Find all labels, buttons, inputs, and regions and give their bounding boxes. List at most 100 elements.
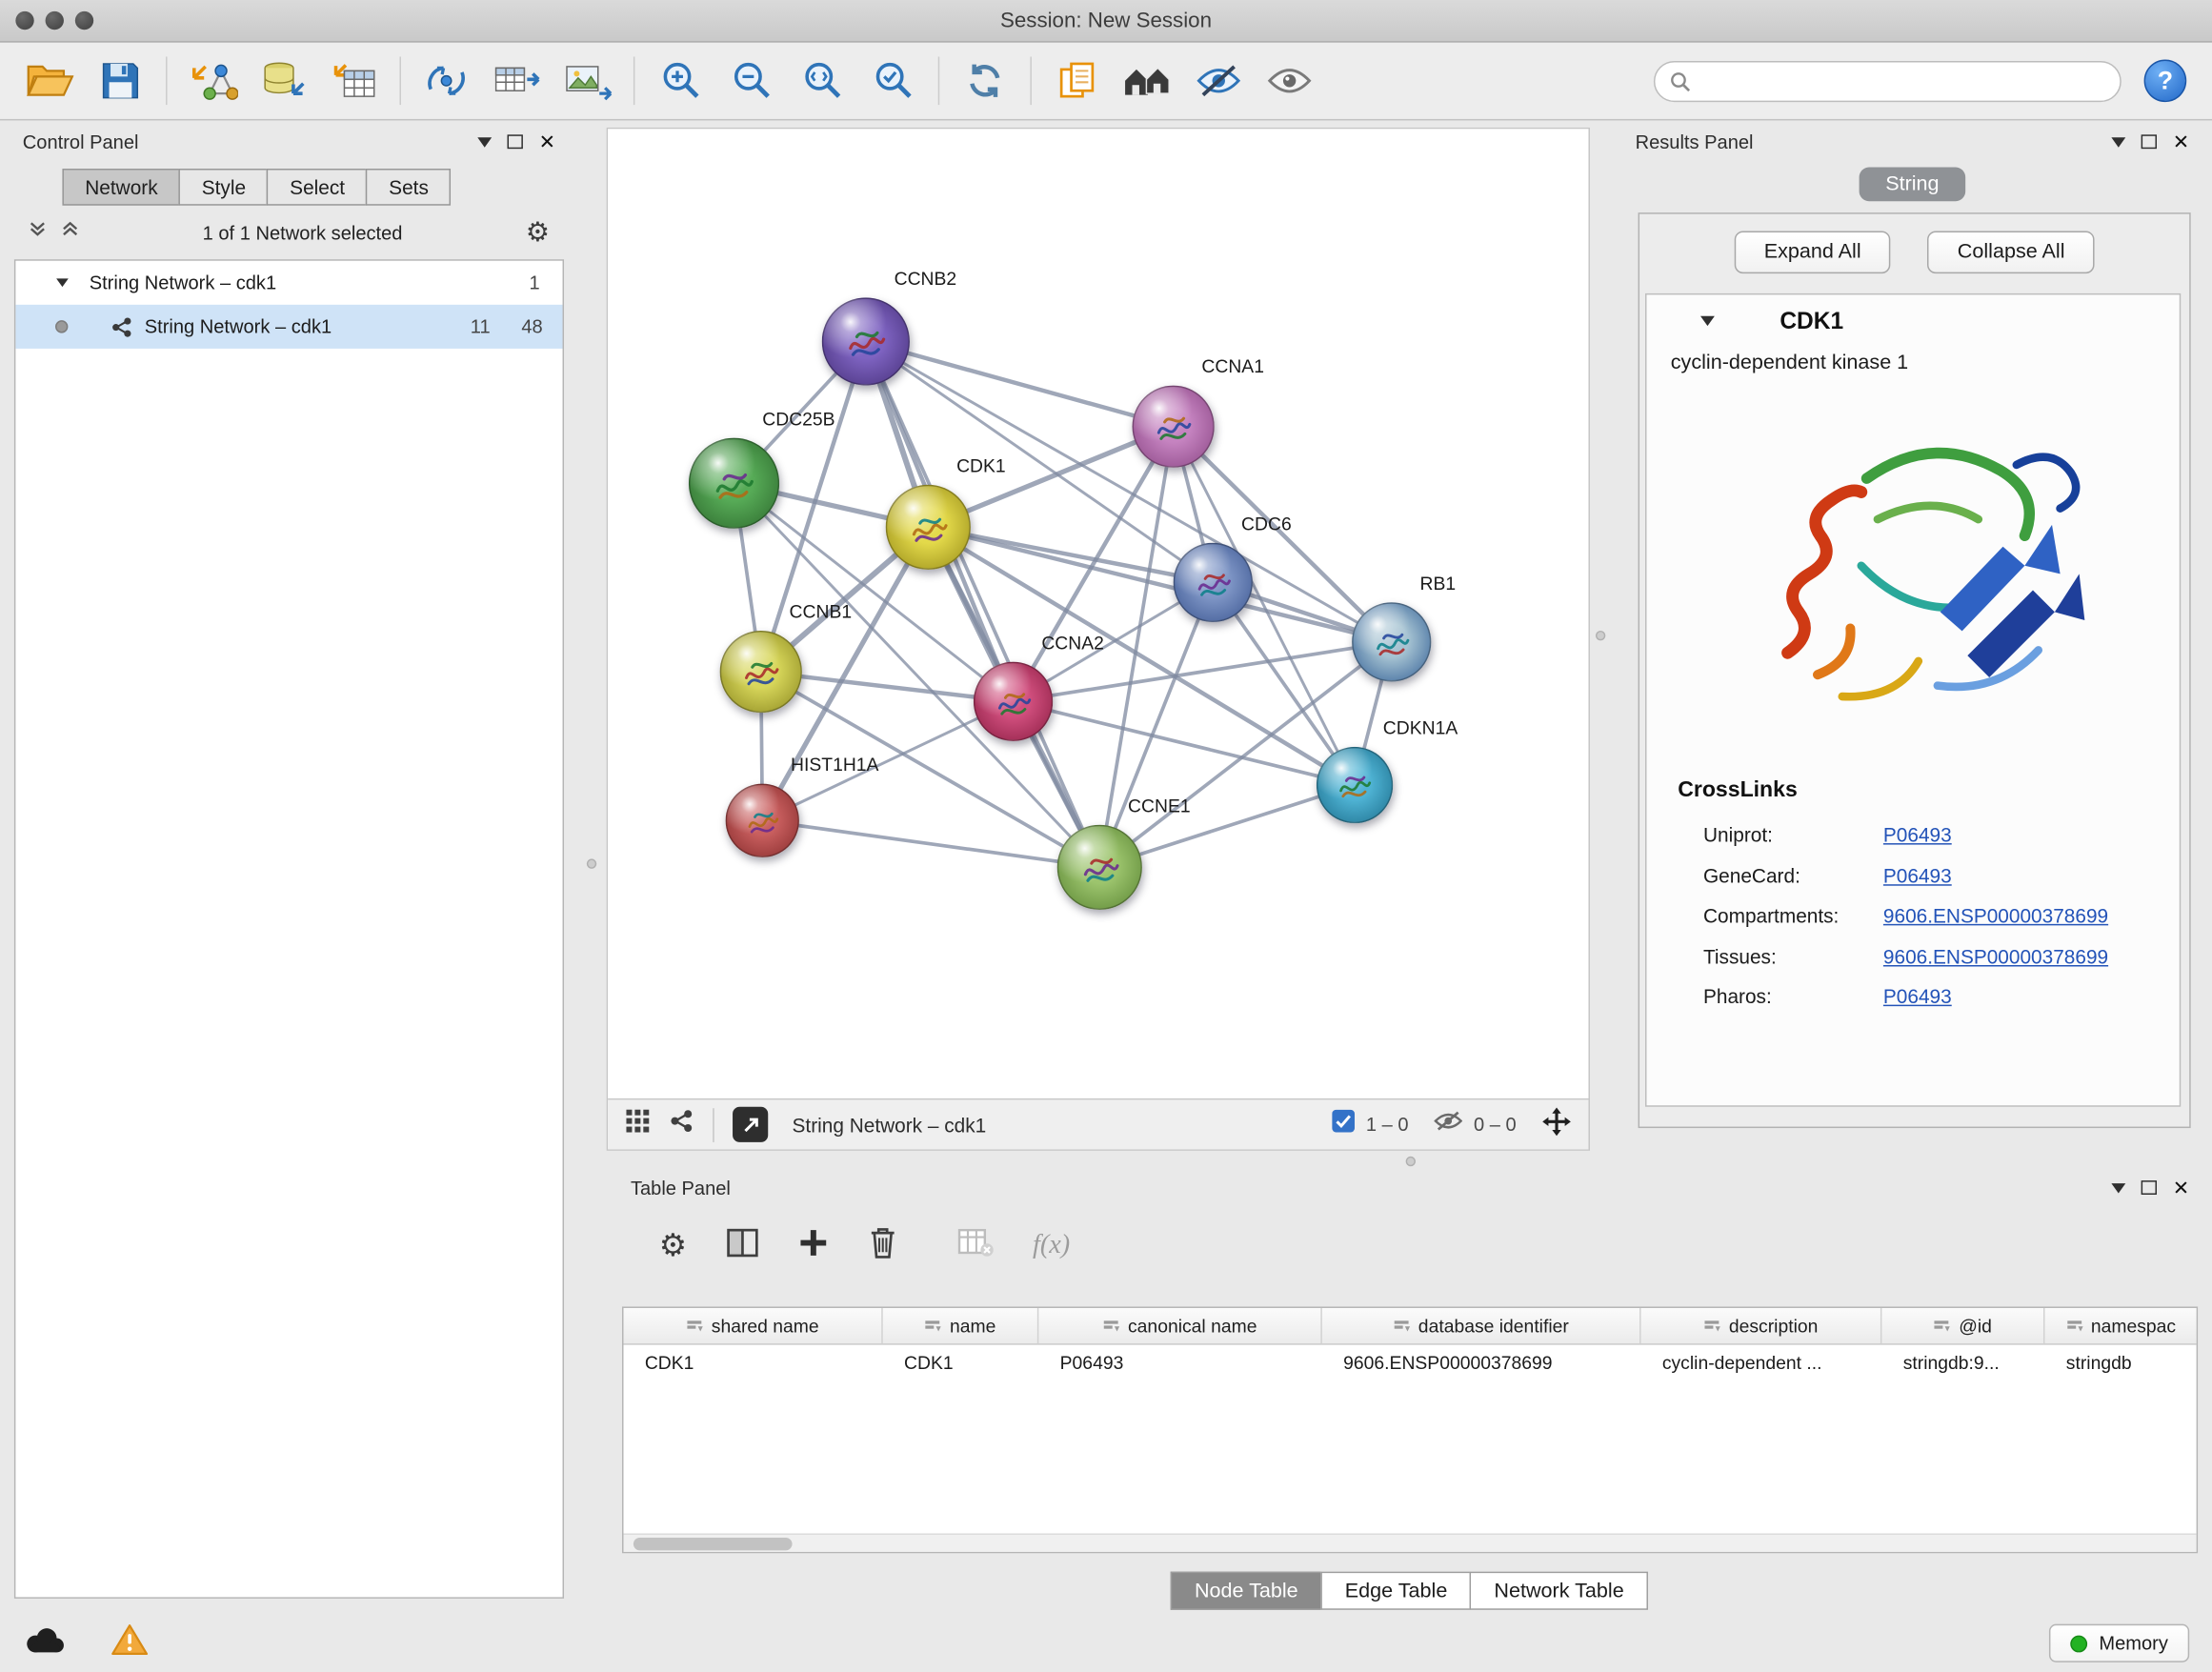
tab-node-table[interactable]: Node Table	[1171, 1572, 1322, 1610]
tab-select[interactable]: Select	[267, 169, 367, 206]
import-network-file-button[interactable]	[177, 51, 248, 111]
export-image-button[interactable]	[553, 51, 623, 111]
import-table-button[interactable]	[319, 51, 390, 111]
duplicate-network-button[interactable]	[1041, 51, 1112, 111]
hide-selected-button[interactable]	[1183, 51, 1254, 111]
network-row[interactable]: String Network – cdk1 11 48	[15, 305, 562, 349]
network-options-gear-icon[interactable]: ⚙	[526, 219, 550, 246]
horizontal-scrollbar[interactable]	[624, 1533, 2197, 1551]
panel-float-icon[interactable]	[508, 134, 523, 149]
column-header[interactable]: shared name	[624, 1308, 883, 1343]
home-button[interactable]	[1113, 51, 1183, 111]
scrollbar-thumb[interactable]	[633, 1538, 793, 1550]
network-node-cdk1[interactable]	[886, 485, 971, 570]
tab-sets[interactable]: Sets	[366, 169, 451, 206]
save-session-button[interactable]	[85, 51, 155, 111]
table-cell[interactable]: 9606.ENSP00000378699	[1322, 1345, 1641, 1382]
function-builder-icon[interactable]: f(x)	[1033, 1230, 1070, 1261]
network-node-ccna2[interactable]	[974, 662, 1053, 741]
network-collection-row[interactable]: String Network – cdk1 1	[15, 261, 562, 305]
tab-string[interactable]: String	[1859, 168, 1966, 202]
collapse-all-button[interactable]: Collapse All	[1928, 231, 2095, 273]
column-header[interactable]: database identifier	[1322, 1308, 1641, 1343]
column-header[interactable]: @id	[1881, 1308, 2044, 1343]
crosslink-value-link[interactable]: 9606.ENSP00000378699	[1883, 944, 2108, 967]
network-node-label: HIST1H1A	[791, 754, 878, 775]
network-overview-icon[interactable]	[669, 1108, 694, 1140]
cloud-icon[interactable]	[23, 1624, 69, 1662]
collapse-all-networks-icon[interactable]	[29, 220, 47, 246]
pan-mode-icon[interactable]	[1541, 1106, 1571, 1143]
network-node-cdc25b[interactable]	[689, 438, 779, 529]
tab-network-table[interactable]: Network Table	[1470, 1572, 1648, 1610]
hidden-eye-icon[interactable]	[1434, 1111, 1462, 1138]
column-header[interactable]: description	[1641, 1308, 1882, 1343]
expand-all-networks-icon[interactable]	[61, 220, 79, 246]
table-cell[interactable]: stringdb	[2044, 1345, 2198, 1382]
new-network-from-selection-button[interactable]	[411, 51, 481, 111]
network-node-ccnb2[interactable]	[822, 297, 910, 385]
network-node-hist1h1a[interactable]	[726, 784, 799, 857]
table-options-gear-icon[interactable]: ⚙	[659, 1230, 687, 1261]
table-data-row[interactable]: CDK1CDK1P064939606.ENSP00000378699cyclin…	[624, 1345, 2197, 1382]
network-node-ccnb1[interactable]	[720, 631, 802, 713]
table-cell[interactable]: stringdb:9...	[1881, 1345, 2044, 1382]
show-columns-icon[interactable]	[725, 1226, 759, 1264]
tab-network[interactable]: Network	[62, 169, 180, 206]
zoom-in-button[interactable]	[645, 51, 715, 111]
open-session-button[interactable]	[14, 51, 85, 111]
export-network-button[interactable]	[482, 51, 553, 111]
panel-close-icon[interactable]: ✕	[539, 131, 555, 151]
crosslink-value-link[interactable]: 9606.ENSP00000378699	[1883, 904, 2108, 927]
network-node-ccna1[interactable]	[1133, 386, 1215, 468]
collapse-gene-icon[interactable]	[1700, 316, 1715, 326]
crosslink-value-link[interactable]: P06493	[1883, 823, 1952, 846]
panel-float-icon[interactable]	[2142, 1180, 2157, 1195]
splitter-handle[interactable]	[1596, 631, 1605, 640]
column-header[interactable]: name	[883, 1308, 1039, 1343]
network-node-rb1[interactable]	[1352, 602, 1431, 681]
table-cell[interactable]: cyclin-dependent ...	[1641, 1345, 1882, 1382]
zoom-out-button[interactable]	[715, 51, 786, 111]
network-node-cdc6[interactable]	[1174, 543, 1253, 622]
memory-button[interactable]: Memory	[2049, 1624, 2189, 1662]
panel-float-icon[interactable]	[2142, 134, 2157, 149]
splitter-handle[interactable]	[1406, 1157, 1416, 1166]
detach-view-button[interactable]	[733, 1107, 768, 1142]
column-header[interactable]: namespac	[2044, 1308, 2198, 1343]
show-all-button[interactable]	[1254, 51, 1324, 111]
table-cell[interactable]: CDK1	[883, 1345, 1039, 1382]
network-node-cdkn1a[interactable]	[1317, 747, 1393, 823]
panel-menu-icon[interactable]	[2112, 1182, 2126, 1192]
add-column-icon[interactable]	[797, 1226, 829, 1264]
panel-close-icon[interactable]: ✕	[2173, 131, 2189, 151]
table-cell[interactable]: P06493	[1038, 1345, 1322, 1382]
zoom-fit-button[interactable]	[787, 51, 857, 111]
panel-menu-icon[interactable]	[478, 137, 493, 147]
splitter-handle[interactable]	[587, 858, 596, 868]
crosslink-value-link[interactable]: P06493	[1883, 985, 1952, 1008]
crosslink-value-link[interactable]: P06493	[1883, 864, 1952, 887]
delete-column-icon[interactable]	[867, 1223, 898, 1267]
network-canvas[interactable]: CCNB2CCNA1CDC25BCDK1CDC6RB1CCNB1CCNA2CDK…	[608, 129, 1588, 1098]
column-header[interactable]: canonical name	[1038, 1308, 1322, 1343]
selected-checkbox-icon[interactable]	[1332, 1110, 1355, 1139]
tab-edge-table[interactable]: Edge Table	[1320, 1572, 1471, 1610]
search-input[interactable]	[1654, 60, 2122, 101]
tree-expand-icon[interactable]	[56, 278, 69, 287]
panel-menu-icon[interactable]	[2112, 137, 2126, 147]
warning-icon[interactable]	[111, 1622, 149, 1663]
network-node-ccne1[interactable]	[1057, 825, 1142, 910]
zoom-selected-button[interactable]	[857, 51, 928, 111]
refresh-layout-button[interactable]	[950, 51, 1020, 111]
delete-table-icon[interactable]	[956, 1226, 995, 1264]
import-network-database-button[interactable]	[248, 51, 318, 111]
expand-all-button[interactable]: Expand All	[1734, 231, 1890, 273]
gene-card-header[interactable]: CDK1	[1646, 294, 2179, 352]
help-button[interactable]: ?	[2144, 59, 2187, 102]
network-share-icon	[111, 315, 133, 338]
panel-close-icon[interactable]: ✕	[2173, 1178, 2189, 1198]
tab-style[interactable]: Style	[179, 169, 269, 206]
table-cell[interactable]: CDK1	[624, 1345, 883, 1382]
birds-eye-view-icon[interactable]	[625, 1108, 651, 1140]
